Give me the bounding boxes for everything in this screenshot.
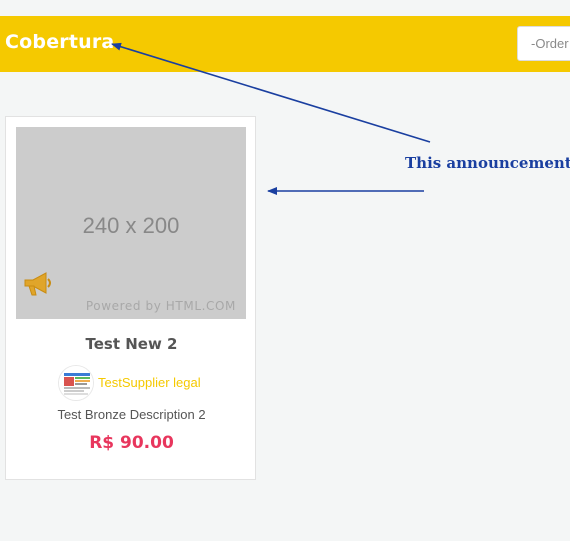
product-card[interactable]: 240 x 200 Powered by HTML.COM Test New 2… [5, 116, 256, 480]
page-title: Cobertura [5, 31, 115, 53]
annotation-text: This announcement is [405, 154, 570, 172]
product-description: Test Bronze Description 2 [57, 407, 206, 422]
image-size-label: 240 x 200 [82, 213, 180, 238]
supplier-link[interactable]: TestSupplier legal [98, 375, 201, 390]
product-title[interactable]: Test New 2 [6, 335, 257, 353]
megaphone-icon [24, 272, 51, 296]
product-image-placeholder[interactable]: 240 x 200 Powered by HTML.COM [16, 127, 246, 319]
supplier-avatar[interactable] [58, 365, 94, 401]
top-bar: Cobertura -Order [0, 16, 570, 72]
product-price: R$ 90.00 [89, 433, 174, 453]
supplier-avatar-image [59, 366, 93, 400]
order-select[interactable]: -Order [517, 26, 570, 61]
image-powered-label: Powered by HTML.COM [85, 299, 236, 313]
